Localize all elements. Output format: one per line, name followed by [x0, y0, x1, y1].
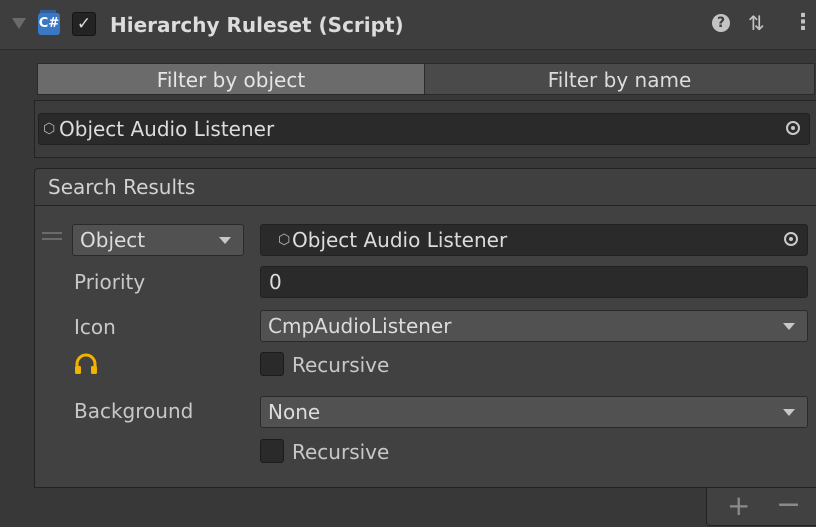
- background-recursive-checkbox[interactable]: [260, 439, 284, 463]
- object-cube-icon: ⬡: [43, 121, 56, 137]
- priority-label: Priority: [74, 270, 146, 294]
- context-menu-icon[interactable]: ⋮: [792, 10, 814, 35]
- background-dropdown[interactable]: None: [260, 396, 808, 428]
- object-picker-icon[interactable]: [779, 114, 809, 144]
- background-recursive-label: Recursive: [292, 440, 390, 464]
- preset-icon[interactable]: ⇅: [748, 11, 765, 35]
- chevron-down-icon: [783, 409, 795, 416]
- background-dropdown-value: None: [268, 400, 321, 424]
- foldout-arrow-icon[interactable]: [12, 18, 26, 29]
- icon-dropdown[interactable]: CmpAudioListener: [260, 310, 808, 342]
- drag-handle-icon[interactable]: [42, 232, 62, 240]
- background-label: Background: [74, 399, 194, 423]
- object-cube-icon: ⬡: [278, 232, 291, 248]
- csharp-script-icon: C#: [38, 10, 60, 35]
- component-title[interactable]: Hierarchy Ruleset (Script): [110, 13, 404, 37]
- priority-field[interactable]: 0: [260, 266, 808, 298]
- component-enabled-checkbox[interactable]: ✓: [72, 12, 96, 36]
- object-picker-icon[interactable]: [777, 225, 807, 255]
- rule-object-field[interactable]: ⬡ Object Audio Listener: [260, 224, 808, 256]
- filter-object-value: Object Audio Listener: [59, 117, 275, 141]
- search-results-header: Search Results: [34, 168, 816, 206]
- filter-object-field[interactable]: ⬡ Object Audio Listener: [38, 113, 810, 145]
- icon-recursive-checkbox[interactable]: [260, 352, 284, 376]
- headphones-icon: [75, 353, 97, 374]
- rule-object-value: Object Audio Listener: [292, 228, 508, 252]
- rule-type-value: Object: [80, 228, 146, 252]
- icon-recursive-label: Recursive: [292, 353, 390, 377]
- tab-filter-by-object[interactable]: Filter by object: [37, 63, 424, 95]
- remove-item-button[interactable]: −: [776, 487, 801, 522]
- help-icon[interactable]: ?: [712, 14, 730, 32]
- add-item-button[interactable]: +: [727, 489, 750, 522]
- icon-dropdown-value: CmpAudioListener: [268, 314, 452, 338]
- chevron-down-icon: [783, 323, 795, 330]
- tab-filter-by-name[interactable]: Filter by name: [424, 63, 815, 95]
- icon-label: Icon: [74, 315, 116, 339]
- rule-type-dropdown[interactable]: Object: [72, 224, 244, 256]
- chevron-down-icon: [219, 237, 231, 244]
